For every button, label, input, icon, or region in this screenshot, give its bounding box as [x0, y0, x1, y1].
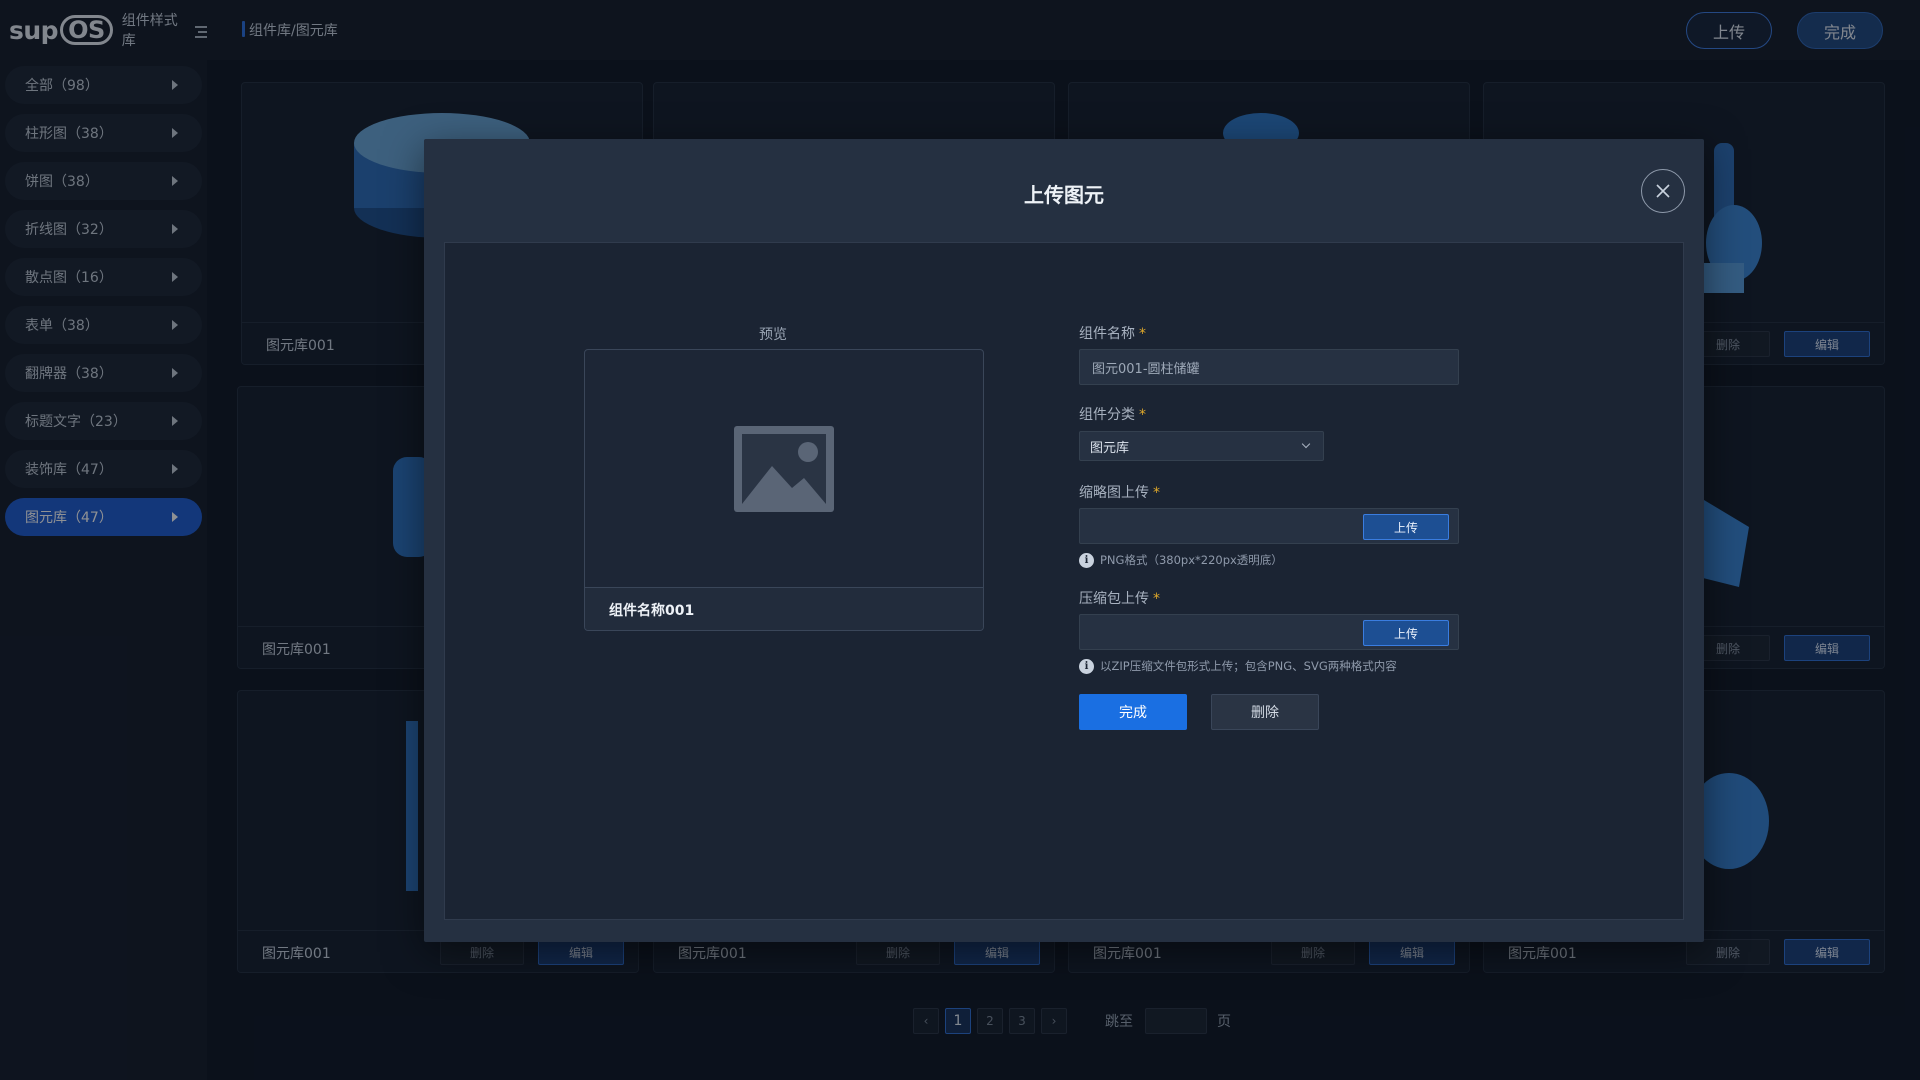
category-select[interactable]: 图元库 — [1079, 431, 1324, 461]
zip-upload-button[interactable]: 上传 — [1363, 620, 1449, 646]
thumbnail-hint: i PNG格式（380px*220px透明底） — [1079, 552, 1283, 568]
chevron-down-icon — [1301, 439, 1311, 449]
preview-label: 预览 — [759, 327, 787, 343]
zip-upload-label: 压缩包上传 * — [1079, 591, 1160, 607]
zip-hint-text: 以ZIP压缩文件包形式上传；包含PNG、SVG两种格式内容 — [1100, 659, 1397, 673]
component-name-input[interactable]: 图元001-圆柱储罐 — [1079, 349, 1459, 385]
info-icon: i — [1079, 552, 1094, 568]
upload-graphic-modal: 上传图元 预览 组件名称001 组件名称 * 图元001-圆柱储罐 组件分类 * 图… — [424, 139, 1704, 942]
image-placeholder-icon — [585, 350, 983, 588]
thumbnail-upload-button[interactable]: 上传 — [1363, 514, 1449, 540]
preview-name: 组件名称001 — [609, 603, 695, 619]
modal-done-button[interactable]: 完成 — [1079, 694, 1187, 730]
name-label: 组件名称 * — [1079, 326, 1146, 342]
modal-title: 上传图元 — [1024, 183, 1104, 207]
category-label: 组件分类 * — [1079, 407, 1146, 423]
preview-card: 组件名称001 — [584, 349, 984, 631]
thumbnail-upload-label: 缩略图上传 * — [1079, 485, 1160, 501]
modal-delete-button[interactable]: 删除 — [1211, 694, 1319, 730]
category-select-value: 图元库 — [1090, 440, 1130, 456]
modal-body: 预览 组件名称001 组件名称 * 图元001-圆柱储罐 组件分类 * 图元库 缩略… — [444, 242, 1684, 920]
zip-hint: i 以ZIP压缩文件包形式上传；包含PNG、SVG两种格式内容 — [1079, 658, 1397, 674]
zip-upload-field[interactable]: 上传 — [1079, 614, 1459, 650]
thumbnail-hint-text: PNG格式（380px*220px透明底） — [1100, 553, 1283, 567]
close-icon[interactable] — [1641, 169, 1685, 213]
thumbnail-upload-field[interactable]: 上传 — [1079, 508, 1459, 544]
info-icon: i — [1079, 658, 1094, 674]
